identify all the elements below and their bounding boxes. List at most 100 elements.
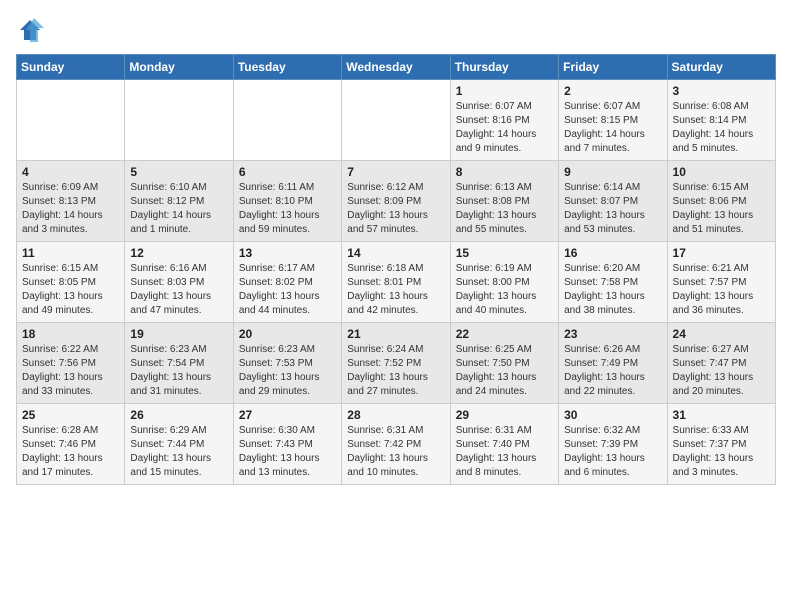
day-number: 25: [22, 408, 119, 422]
day-number: 11: [22, 246, 119, 260]
day-number: 6: [239, 165, 336, 179]
calendar-cell: 12 Sunrise: 6:16 AM Sunset: 8:03 PM Dayli…: [125, 242, 233, 323]
calendar-cell: 20Sunrise: 6:23 AM Sunset: 7:53 PM Dayli…: [233, 323, 341, 404]
calendar-week-row: 11 Sunrise: 6:15 AM Sunset: 8:05 PM Dayli…: [17, 242, 776, 323]
calendar-week-row: 25 Sunrise: 6:28 AM Sunset: 7:46 PM Dayli…: [17, 404, 776, 485]
calendar-cell: 19 Sunrise: 6:23 AM Sunset: 7:54 PM Dayli…: [125, 323, 233, 404]
day-info: Sunrise: 6:32 AM Sunset: 7:39 PM Dayligh…: [564, 424, 661, 480]
calendar-cell: 25 Sunrise: 6:28 AM Sunset: 7:46 PM Dayli…: [17, 404, 125, 485]
day-number: 2: [564, 84, 661, 98]
calendar-cell: 6 Sunrise: 6:11 AM Sunset: 8:10 PM Daylig…: [233, 161, 341, 242]
day-number: 16: [564, 246, 661, 260]
day-number: 23: [564, 327, 661, 341]
calendar-cell: 26 Sunrise: 6:29 AM Sunset: 7:44 PM Dayli…: [125, 404, 233, 485]
day-info: Sunrise: 6:29 AM Sunset: 7:44 PM Dayligh…: [130, 424, 227, 480]
day-number: 18: [22, 327, 119, 341]
logo-icon: [16, 16, 44, 44]
calendar-cell: 22 Sunrise: 6:25 AM Sunset: 7:50 PM Dayli…: [450, 323, 558, 404]
day-number: 1: [456, 84, 553, 98]
day-number: 15: [456, 246, 553, 260]
calendar-week-row: 4 Sunrise: 6:09 AM Sunset: 8:13 PM Daylig…: [17, 161, 776, 242]
weekday-header: Tuesday: [233, 55, 341, 80]
day-number: 19: [130, 327, 227, 341]
calendar-cell: 13 Sunrise: 6:17 AM Sunset: 8:02 PM Dayli…: [233, 242, 341, 323]
calendar-cell: [125, 80, 233, 161]
day-info: Sunrise: 6:10 AM Sunset: 8:12 PM Dayligh…: [130, 181, 227, 237]
day-number: 7: [347, 165, 444, 179]
day-number: 27: [239, 408, 336, 422]
weekday-header: Saturday: [667, 55, 775, 80]
calendar-header-row: SundayMondayTuesdayWednesdayThursdayFrid…: [17, 55, 776, 80]
day-info: Sunrise: 6:08 AM Sunset: 8:14 PM Dayligh…: [673, 100, 770, 156]
calendar-cell: 10 Sunrise: 6:15 AM Sunset: 8:06 PM Dayli…: [667, 161, 775, 242]
day-number: 12: [130, 246, 227, 260]
day-info: Sunrise: 6:23 AM Sunset: 7:53 PM Dayligh…: [239, 343, 336, 399]
day-info: Sunrise: 6:25 AM Sunset: 7:50 PM Dayligh…: [456, 343, 553, 399]
day-number: 22: [456, 327, 553, 341]
calendar-week-row: 18 Sunrise: 6:22 AM Sunset: 7:56 PM Dayli…: [17, 323, 776, 404]
weekday-header: Sunday: [17, 55, 125, 80]
calendar-cell: 7 Sunrise: 6:12 AM Sunset: 8:09 PM Daylig…: [342, 161, 450, 242]
calendar-cell: 3 Sunrise: 6:08 AM Sunset: 8:14 PM Daylig…: [667, 80, 775, 161]
day-number: 4: [22, 165, 119, 179]
day-info: Sunrise: 6:07 AM Sunset: 8:16 PM Dayligh…: [456, 100, 553, 156]
day-info: Sunrise: 6:21 AM Sunset: 7:57 PM Dayligh…: [673, 262, 770, 318]
day-info: Sunrise: 6:31 AM Sunset: 7:40 PM Dayligh…: [456, 424, 553, 480]
day-info: Sunrise: 6:17 AM Sunset: 8:02 PM Dayligh…: [239, 262, 336, 318]
day-info: Sunrise: 6:24 AM Sunset: 7:52 PM Dayligh…: [347, 343, 444, 399]
day-number: 8: [456, 165, 553, 179]
day-number: 13: [239, 246, 336, 260]
calendar-cell: 23Sunrise: 6:26 AM Sunset: 7:49 PM Dayli…: [559, 323, 667, 404]
logo: [16, 16, 48, 44]
calendar-cell: 28 Sunrise: 6:31 AM Sunset: 7:42 PM Dayli…: [342, 404, 450, 485]
day-number: 30: [564, 408, 661, 422]
day-info: Sunrise: 6:19 AM Sunset: 8:00 PM Dayligh…: [456, 262, 553, 318]
day-number: 31: [673, 408, 770, 422]
weekday-header: Friday: [559, 55, 667, 80]
calendar-cell: 29 Sunrise: 6:31 AM Sunset: 7:40 PM Dayli…: [450, 404, 558, 485]
calendar-cell: 16 Sunrise: 6:20 AM Sunset: 7:58 PM Dayli…: [559, 242, 667, 323]
day-info: Sunrise: 6:27 AM Sunset: 7:47 PM Dayligh…: [673, 343, 770, 399]
weekday-header: Thursday: [450, 55, 558, 80]
calendar-cell: 17 Sunrise: 6:21 AM Sunset: 7:57 PM Dayli…: [667, 242, 775, 323]
day-number: 26: [130, 408, 227, 422]
day-number: 3: [673, 84, 770, 98]
day-info: Sunrise: 6:18 AM Sunset: 8:01 PM Dayligh…: [347, 262, 444, 318]
day-info: Sunrise: 6:15 AM Sunset: 8:06 PM Dayligh…: [673, 181, 770, 237]
day-info: Sunrise: 6:22 AM Sunset: 7:56 PM Dayligh…: [22, 343, 119, 399]
day-number: 29: [456, 408, 553, 422]
day-info: Sunrise: 6:14 AM Sunset: 8:07 PM Dayligh…: [564, 181, 661, 237]
day-info: Sunrise: 6:07 AM Sunset: 8:15 PM Dayligh…: [564, 100, 661, 156]
calendar-table: SundayMondayTuesdayWednesdayThursdayFrid…: [16, 54, 776, 485]
calendar-cell: [233, 80, 341, 161]
page-header: [16, 16, 776, 44]
day-info: Sunrise: 6:15 AM Sunset: 8:05 PM Dayligh…: [22, 262, 119, 318]
day-number: 14: [347, 246, 444, 260]
calendar-cell: 2 Sunrise: 6:07 AM Sunset: 8:15 PM Daylig…: [559, 80, 667, 161]
day-info: Sunrise: 6:16 AM Sunset: 8:03 PM Dayligh…: [130, 262, 227, 318]
calendar-cell: 14 Sunrise: 6:18 AM Sunset: 8:01 PM Dayli…: [342, 242, 450, 323]
calendar-cell: 18 Sunrise: 6:22 AM Sunset: 7:56 PM Dayli…: [17, 323, 125, 404]
calendar-cell: 31 Sunrise: 6:33 AM Sunset: 7:37 PM Dayli…: [667, 404, 775, 485]
calendar-cell: 8Sunrise: 6:13 AM Sunset: 8:08 PM Daylig…: [450, 161, 558, 242]
day-info: Sunrise: 6:30 AM Sunset: 7:43 PM Dayligh…: [239, 424, 336, 480]
day-info: Sunrise: 6:33 AM Sunset: 7:37 PM Dayligh…: [673, 424, 770, 480]
day-number: 17: [673, 246, 770, 260]
day-info: Sunrise: 6:31 AM Sunset: 7:42 PM Dayligh…: [347, 424, 444, 480]
calendar-cell: 21Sunrise: 6:24 AM Sunset: 7:52 PM Dayli…: [342, 323, 450, 404]
day-number: 5: [130, 165, 227, 179]
day-info: Sunrise: 6:09 AM Sunset: 8:13 PM Dayligh…: [22, 181, 119, 237]
day-number: 28: [347, 408, 444, 422]
day-number: 10: [673, 165, 770, 179]
calendar-cell: 9 Sunrise: 6:14 AM Sunset: 8:07 PM Daylig…: [559, 161, 667, 242]
day-info: Sunrise: 6:11 AM Sunset: 8:10 PM Dayligh…: [239, 181, 336, 237]
calendar-week-row: 1 Sunrise: 6:07 AM Sunset: 8:16 PM Daylig…: [17, 80, 776, 161]
day-number: 9: [564, 165, 661, 179]
day-info: Sunrise: 6:23 AM Sunset: 7:54 PM Dayligh…: [130, 343, 227, 399]
calendar-cell: 11 Sunrise: 6:15 AM Sunset: 8:05 PM Dayli…: [17, 242, 125, 323]
day-info: Sunrise: 6:12 AM Sunset: 8:09 PM Dayligh…: [347, 181, 444, 237]
day-info: Sunrise: 6:28 AM Sunset: 7:46 PM Dayligh…: [22, 424, 119, 480]
day-number: 24: [673, 327, 770, 341]
day-info: Sunrise: 6:20 AM Sunset: 7:58 PM Dayligh…: [564, 262, 661, 318]
weekday-header: Monday: [125, 55, 233, 80]
